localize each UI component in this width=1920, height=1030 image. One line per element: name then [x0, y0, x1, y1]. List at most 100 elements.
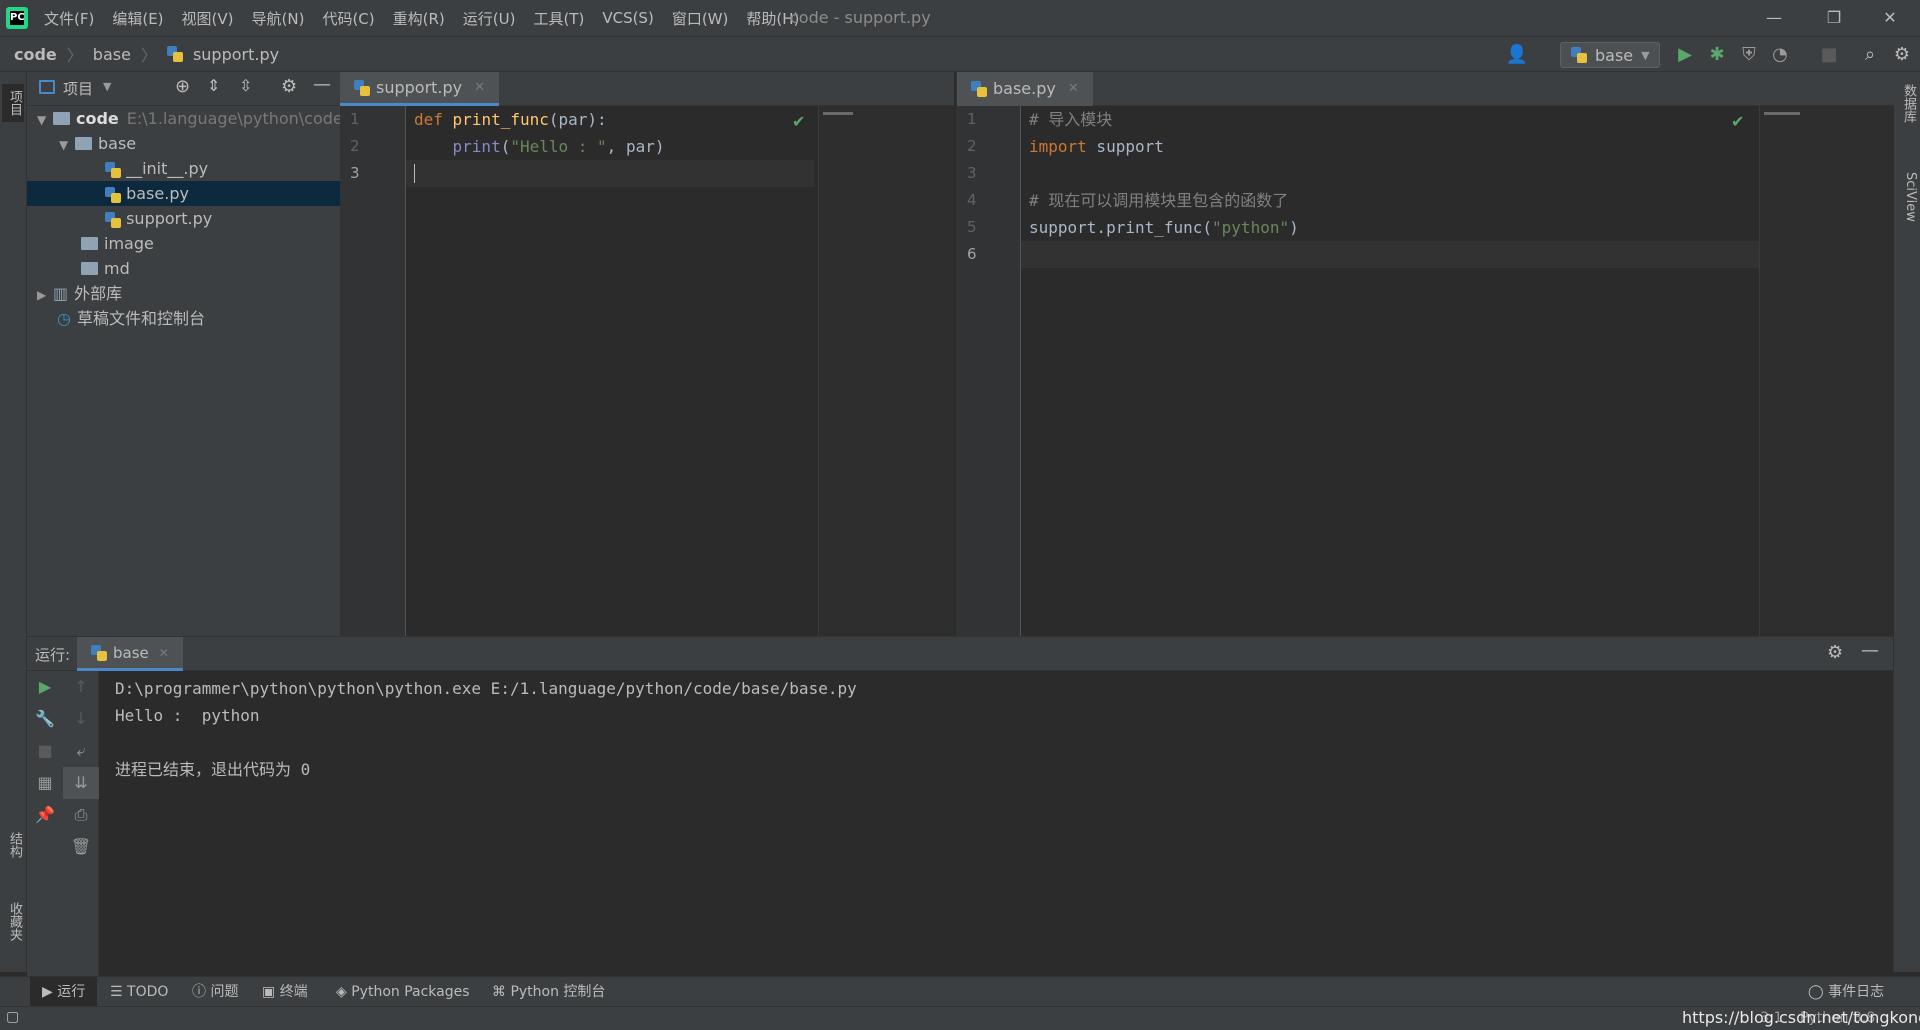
run-tab-base[interactable]: base ✕: [77, 637, 183, 671]
watermark-text: https://blog.csdn.net/tongkongyu: [1682, 1008, 1920, 1027]
menu-view[interactable]: 视图(V): [182, 8, 234, 29]
minimap[interactable]: [1759, 106, 1894, 636]
main-menu: 文件(F) 编辑(E) 视图(V) 导航(N) 代码(C) 重构(R) 运行(U…: [44, 0, 799, 36]
tab-base-py[interactable]: base.py ✕: [957, 72, 1093, 106]
breadcrumb-file[interactable]: support.py: [193, 45, 279, 64]
tree-item-image[interactable]: image: [27, 231, 340, 256]
profile-icon[interactable]: ◔: [1768, 43, 1792, 67]
scroll-to-end-icon[interactable]: ⇊: [63, 767, 99, 799]
menu-tools[interactable]: 工具(T): [533, 8, 584, 29]
close-tab-icon[interactable]: ✕: [474, 71, 485, 105]
bottom-tab-python-console[interactable]: ⌘ Python 控制台: [492, 977, 605, 1007]
arrow-up-icon[interactable]: ↑: [63, 671, 99, 703]
tree-item-base-py[interactable]: base.py: [27, 181, 340, 206]
expand-all-icon[interactable]: ⇕: [207, 76, 220, 95]
python-file-icon: [354, 79, 370, 96]
gear-icon[interactable]: ⚙: [1890, 43, 1914, 67]
bottom-tab-todo[interactable]: ☰ TODO: [110, 977, 168, 1007]
close-button[interactable]: ✕: [1866, 0, 1914, 36]
trash-icon[interactable]: 🗑: [63, 831, 99, 863]
line-number: 2: [350, 137, 360, 155]
menu-window[interactable]: 窗口(W): [672, 8, 729, 29]
minimap[interactable]: [818, 106, 954, 636]
editor-left: support.py ✕ 1 2 3 def print_func(par): …: [340, 72, 954, 636]
python-file-icon: [105, 186, 121, 203]
rerun-icon[interactable]: ▶: [27, 671, 63, 703]
library-icon: ▥: [53, 284, 69, 303]
collapse-all-icon[interactable]: ⇳: [239, 76, 252, 95]
menu-refactor[interactable]: 重构(R): [393, 8, 445, 29]
minimize-button[interactable]: —: [1750, 0, 1798, 36]
arrow-down-icon[interactable]: ↓: [63, 703, 99, 735]
folder-icon: [81, 262, 98, 275]
menu-vcs[interactable]: VCS(S): [602, 9, 653, 27]
print-icon[interactable]: ⎙: [63, 799, 99, 831]
bottom-tab-problems[interactable]: ⓘ 问题: [192, 977, 238, 1007]
menu-code[interactable]: 代码(C): [322, 8, 374, 29]
database-tool-tab[interactable]: 数据库: [1896, 84, 1918, 123]
hide-panel-icon[interactable]: —: [313, 74, 331, 95]
bottom-tab-terminal[interactable]: ▣ 终端: [262, 977, 308, 1007]
tree-item-init-py[interactable]: __init__.py: [27, 156, 340, 181]
wrench-icon[interactable]: 🔧: [27, 703, 63, 735]
tab-support-py[interactable]: support.py ✕: [340, 71, 500, 106]
tree-item-md[interactable]: md: [27, 256, 340, 281]
check-icon: ✔: [792, 112, 806, 131]
restore-button[interactable]: ❐: [1810, 0, 1858, 36]
project-view-title[interactable]: 项目: [63, 78, 93, 99]
code-line-current: [1021, 241, 1759, 268]
line-number: 3: [350, 164, 360, 182]
line-number: 6: [967, 245, 977, 263]
line-number: 2: [967, 137, 977, 155]
breadcrumb-folder[interactable]: base: [93, 45, 131, 64]
menu-edit[interactable]: 编辑(E): [112, 8, 163, 29]
user-icon[interactable]: 👤: [1505, 43, 1529, 67]
tree-item-scratches[interactable]: ◷ 草稿文件和控制台: [27, 306, 340, 331]
run-icon[interactable]: ▶: [1673, 43, 1697, 67]
event-log-button[interactable]: ◯ 事件日志: [1808, 977, 1884, 1007]
editor-left-tabbar: support.py ✕: [340, 72, 954, 106]
code-line-current: [406, 160, 814, 187]
debug-icon[interactable]: ✱: [1705, 43, 1729, 67]
menu-run[interactable]: 运行(U): [463, 8, 516, 29]
code-area[interactable]: # 导入模块 import support # 现在可以调用模块里包含的函数了 …: [1021, 106, 1759, 636]
tree-item-base[interactable]: ▼ base: [27, 131, 340, 156]
code-line: print("Hello : ", par): [452, 137, 665, 156]
stop-icon[interactable]: ■: [1817, 43, 1841, 67]
chevron-down-icon: ▼: [37, 113, 47, 127]
chevron-down-icon[interactable]: ▼: [103, 80, 111, 93]
structure-tool-tab[interactable]: 结构: [2, 832, 24, 858]
favorites-tool-tab[interactable]: 收藏夹: [2, 902, 24, 941]
locate-icon[interactable]: ⊕: [175, 76, 190, 97]
close-tab-icon[interactable]: ✕: [159, 646, 169, 660]
bottom-tab-python-packages[interactable]: ◈ Python Packages: [336, 977, 470, 1007]
console-line: D:\programmer\python\python\python.exe E…: [115, 679, 857, 698]
soft-wrap-icon[interactable]: ⤶: [63, 735, 99, 767]
hide-panel-icon[interactable]: —: [1861, 640, 1879, 661]
run-config-dropdown[interactable]: base ▼: [1560, 42, 1660, 68]
check-icon: ✔: [1731, 112, 1745, 131]
close-tab-icon[interactable]: ✕: [1068, 72, 1079, 106]
sciview-tool-tab[interactable]: SciView: [1896, 172, 1918, 222]
coverage-icon[interactable]: ⛨: [1737, 43, 1761, 67]
project-panel: 项目 ▼ ⊕ ⇕ ⇳ ⚙ — ▼ code E:\1.language\python…: [27, 72, 343, 636]
toggle-tool-windows-icon[interactable]: ▢: [6, 1009, 19, 1025]
tree-item-code[interactable]: ▼ code E:\1.language\python\code: [27, 106, 343, 131]
project-tool-tab[interactable]: 项目: [2, 84, 24, 122]
menu-file[interactable]: 文件(F): [44, 8, 94, 29]
pin-icon[interactable]: 📌: [27, 799, 63, 831]
stop-icon[interactable]: ■: [27, 735, 63, 767]
tree-item-external-libraries[interactable]: ▶ ▥ 外部库: [27, 281, 340, 306]
bottom-tab-run[interactable]: ▶ 运行: [30, 977, 98, 1007]
gear-icon[interactable]: ⚙: [1827, 642, 1843, 663]
folder-icon: [53, 112, 70, 125]
tree-item-support-py[interactable]: support.py: [27, 206, 340, 231]
menu-navigate[interactable]: 导航(N): [252, 8, 305, 29]
search-icon[interactable]: ⌕: [1858, 43, 1882, 67]
breadcrumb-root[interactable]: code: [14, 45, 57, 64]
layout-icon[interactable]: ▦: [27, 767, 63, 799]
code-area[interactable]: def print_func(par): print("Hello : ", p…: [406, 106, 814, 636]
gear-icon[interactable]: ⚙: [281, 76, 297, 97]
